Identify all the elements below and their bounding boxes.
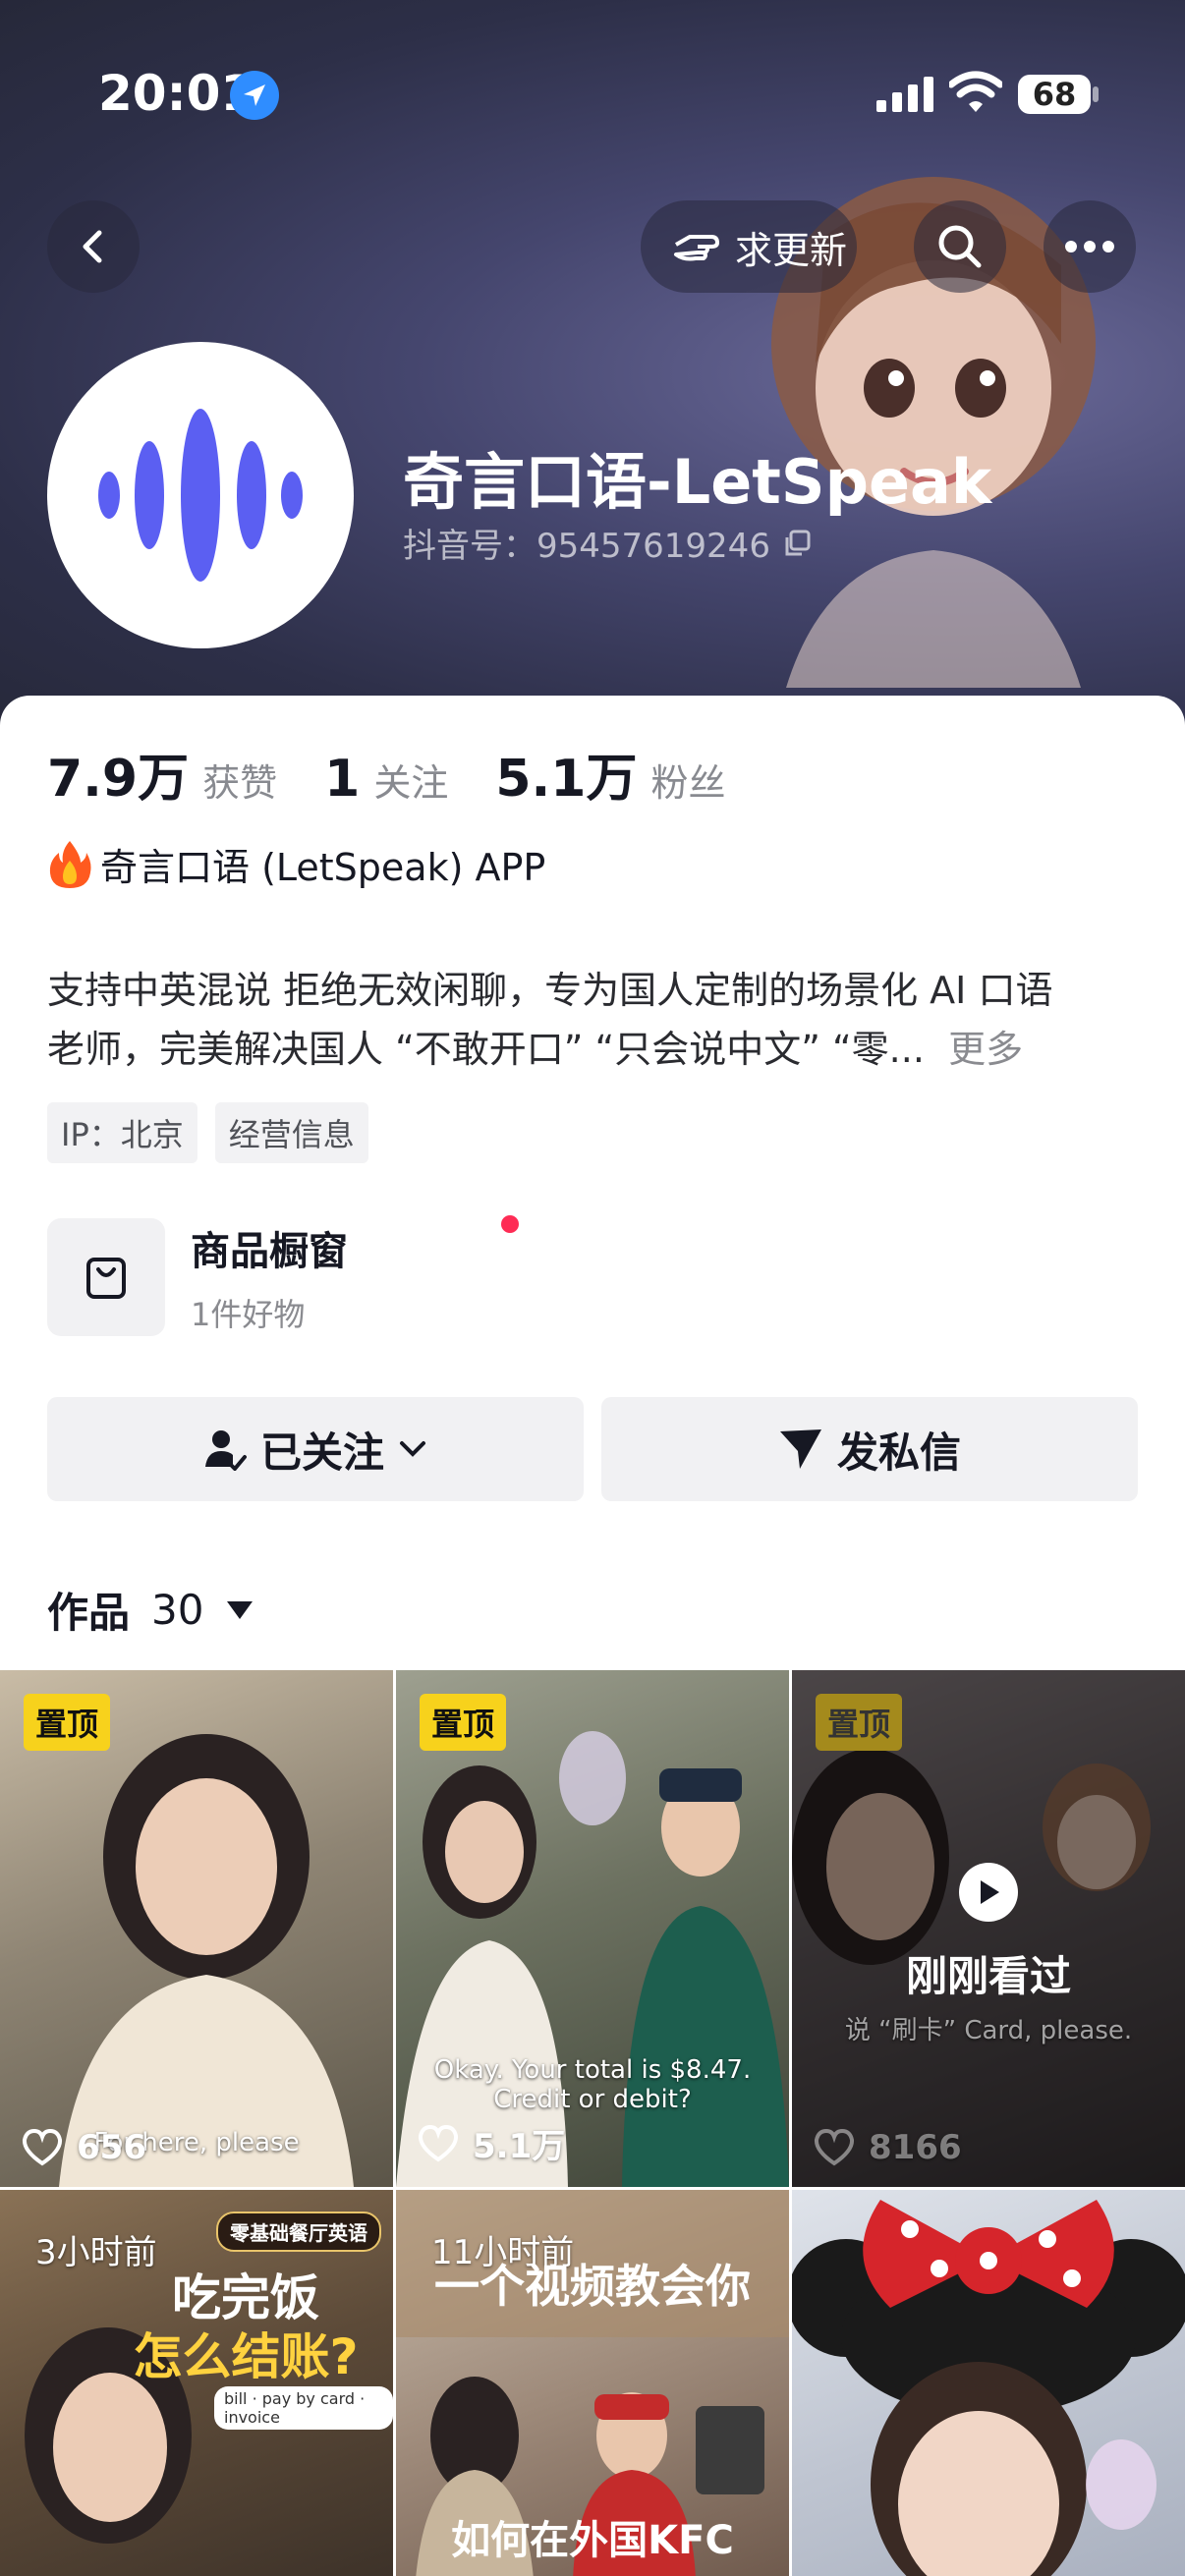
- heart-icon: [22, 2129, 63, 2166]
- sound-wave-logo-icon: [98, 409, 303, 582]
- request-update-button[interactable]: 求更新: [641, 200, 857, 293]
- profile-avatar[interactable]: [47, 342, 354, 648]
- paper-plane-icon: [779, 1429, 821, 1469]
- following-label[interactable]: 关注: [373, 753, 448, 807]
- request-update-label: 求更新: [735, 228, 848, 272]
- battery-level: 68: [1018, 75, 1091, 114]
- ip-location-tag: IP：北京: [47, 1102, 198, 1163]
- following-button[interactable]: 已关注: [47, 1397, 584, 1501]
- video-likes: 656: [22, 2128, 146, 2167]
- video-title-line2: 怎么结账?: [133, 2328, 359, 2385]
- likes-count: 656: [77, 2128, 146, 2167]
- wifi-icon: [949, 71, 1002, 112]
- followers-label[interactable]: 粉丝: [650, 753, 725, 807]
- profile-name: 奇言口语-LetSpeak: [403, 446, 992, 518]
- bio-more-link[interactable]: 更多: [948, 1028, 1023, 1071]
- notification-dot: [501, 1215, 519, 1233]
- search-button[interactable]: [914, 200, 1006, 293]
- works-tab[interactable]: 作品 30: [47, 1580, 254, 1640]
- likes-count: 7.9万: [47, 750, 190, 809]
- likes-count: 5.1万: [473, 2127, 566, 2166]
- search-icon: [938, 225, 982, 268]
- douyin-id-text: 抖音号：95457619246: [403, 527, 770, 566]
- video-title-top: 一个视频教会你: [434, 2260, 751, 2313]
- followers-count[interactable]: 5.1万: [495, 737, 637, 811]
- more-options-button[interactable]: [1044, 200, 1136, 293]
- pinned-badge: 置顶: [24, 1694, 111, 1751]
- user-check-icon: [204, 1430, 247, 1471]
- shopping-bag-icon: [47, 1218, 165, 1336]
- showcase-subtitle: 1件好物: [191, 1296, 306, 1333]
- video-badge: 零基础餐厅英语: [216, 2212, 381, 2252]
- copy-icon[interactable]: [782, 529, 812, 558]
- pinned-badge: 置顶: [420, 1694, 507, 1751]
- likes-label: 获赞: [202, 761, 278, 805]
- send-message-label: 发私信: [836, 1428, 961, 1477]
- profile-tags: IP：北京 经营信息: [47, 1102, 368, 1163]
- play-icon: [959, 1863, 1018, 1922]
- following-count[interactable]: 1: [324, 750, 360, 809]
- chevron-down-icon: [400, 1441, 425, 1457]
- bio-line-1: 支持中英混说 拒绝无效闲聊，专为国人定制的场景化 AI 口语: [47, 969, 1053, 1012]
- promo-line[interactable]: 奇言口语 (LetSpeak) APP: [47, 837, 545, 891]
- video-grid: 置顶 For here, please 656 置顶 Okay. Your to…: [0, 1670, 1185, 2576]
- battery-tip: [1093, 86, 1099, 102]
- video-thumbnail[interactable]: 置顶 Okay. Your total is $8.47. Credit or …: [396, 1670, 789, 2187]
- profile-stats: 7.9万 获赞 1 关注 5.1万 粉丝: [47, 737, 772, 811]
- heart-icon: [814, 2129, 855, 2166]
- bio-line-2: 老师，完美解决国人 “不敢开口” “只会说中文” “零...: [47, 1028, 925, 1071]
- video-thumbnail[interactable]: 置顶 刚刚看过 说 “刷卡” Card, please. 8166: [792, 1670, 1185, 2187]
- video-likes: 8166: [814, 2128, 962, 2167]
- video-likes: 5.1万: [418, 2119, 565, 2167]
- location-arrow-icon: [230, 71, 279, 120]
- cellular-signal-icon: [876, 77, 933, 112]
- pinned-badge: 置顶: [816, 1694, 903, 1751]
- douyin-id-row[interactable]: 抖音号：95457619246: [403, 519, 812, 567]
- video-thumbnail[interactable]: 置顶 For here, please 656: [0, 1670, 393, 2187]
- chevron-left-icon: [83, 230, 102, 263]
- following-label: 已关注: [259, 1428, 384, 1477]
- likes-count: 8166: [869, 2128, 962, 2167]
- hand-point-icon: [674, 235, 719, 261]
- video-subtitle: Okay. Your total is $8.47. Credit or deb…: [433, 2055, 752, 2114]
- video-thumbnail[interactable]: 11小时前 一个视频教会你 如何在外国KFC: [396, 2190, 789, 2576]
- business-info-tag[interactable]: 经营信息: [214, 1102, 368, 1163]
- back-button[interactable]: [47, 200, 140, 293]
- send-message-button[interactable]: 发私信: [601, 1397, 1138, 1501]
- video-thumbnail[interactable]: 3小时前 零基础餐厅英语 吃完饭 怎么结账? bill · pay by car…: [0, 2190, 393, 2576]
- video-thumbnail[interactable]: [792, 2190, 1185, 2576]
- promo-text: 奇言口语 (LetSpeak) APP: [100, 846, 546, 889]
- recently-watched-label: 刚刚看过: [905, 1952, 1071, 2000]
- video-caption: bill · pay by card · invoice: [214, 2386, 393, 2430]
- works-label: 作品: [47, 1589, 131, 1637]
- status-bar: 20:01 68: [0, 0, 1185, 196]
- video-title-bottom: 如何在外国KFC: [451, 2518, 734, 2563]
- product-showcase[interactable]: 商品橱窗 1件好物: [47, 1215, 519, 1336]
- profile-bio: 支持中英混说 拒绝无效闲聊，专为国人定制的场景化 AI 口语 老师，完美解决国人…: [47, 961, 1148, 1079]
- heart-icon: [418, 2124, 459, 2161]
- works-count: 30: [151, 1586, 204, 1634]
- person-with-bow-illustration: [792, 2200, 1185, 2576]
- video-subtitle: 说 “刷卡” Card, please.: [844, 2016, 1133, 2045]
- showcase-title: 商品橱窗: [191, 1229, 348, 1274]
- fire-icon: [49, 840, 91, 888]
- caret-down-icon: [227, 1600, 254, 1619]
- more-dots-icon: [1065, 241, 1114, 252]
